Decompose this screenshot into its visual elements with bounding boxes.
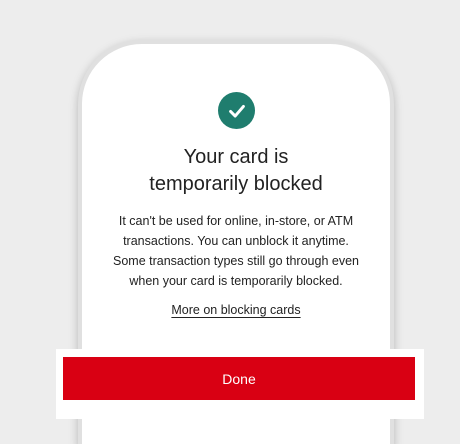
title-line: Your card is — [183, 146, 289, 168]
done-button[interactable]: Done — [63, 357, 415, 400]
message-line: Some transaction types still go through … — [113, 254, 359, 268]
message-line: It can't be used for online, in-store, o… — [118, 214, 354, 228]
link-container: More on blocking cards — [82, 301, 390, 319]
more-on-blocking-cards-link[interactable]: More on blocking cards — [171, 303, 300, 317]
dialog-message: It can't be used for online, in-store, o… — [100, 211, 372, 291]
title-line: temporarily blocked — [149, 173, 323, 195]
message-line: transactions. You can unblock it anytime… — [123, 234, 349, 248]
message-line: when your card is temporarily blocked. — [129, 274, 343, 288]
check-circle-icon — [218, 92, 255, 129]
dialog-title: Your card is temporarily blocked — [82, 144, 390, 198]
